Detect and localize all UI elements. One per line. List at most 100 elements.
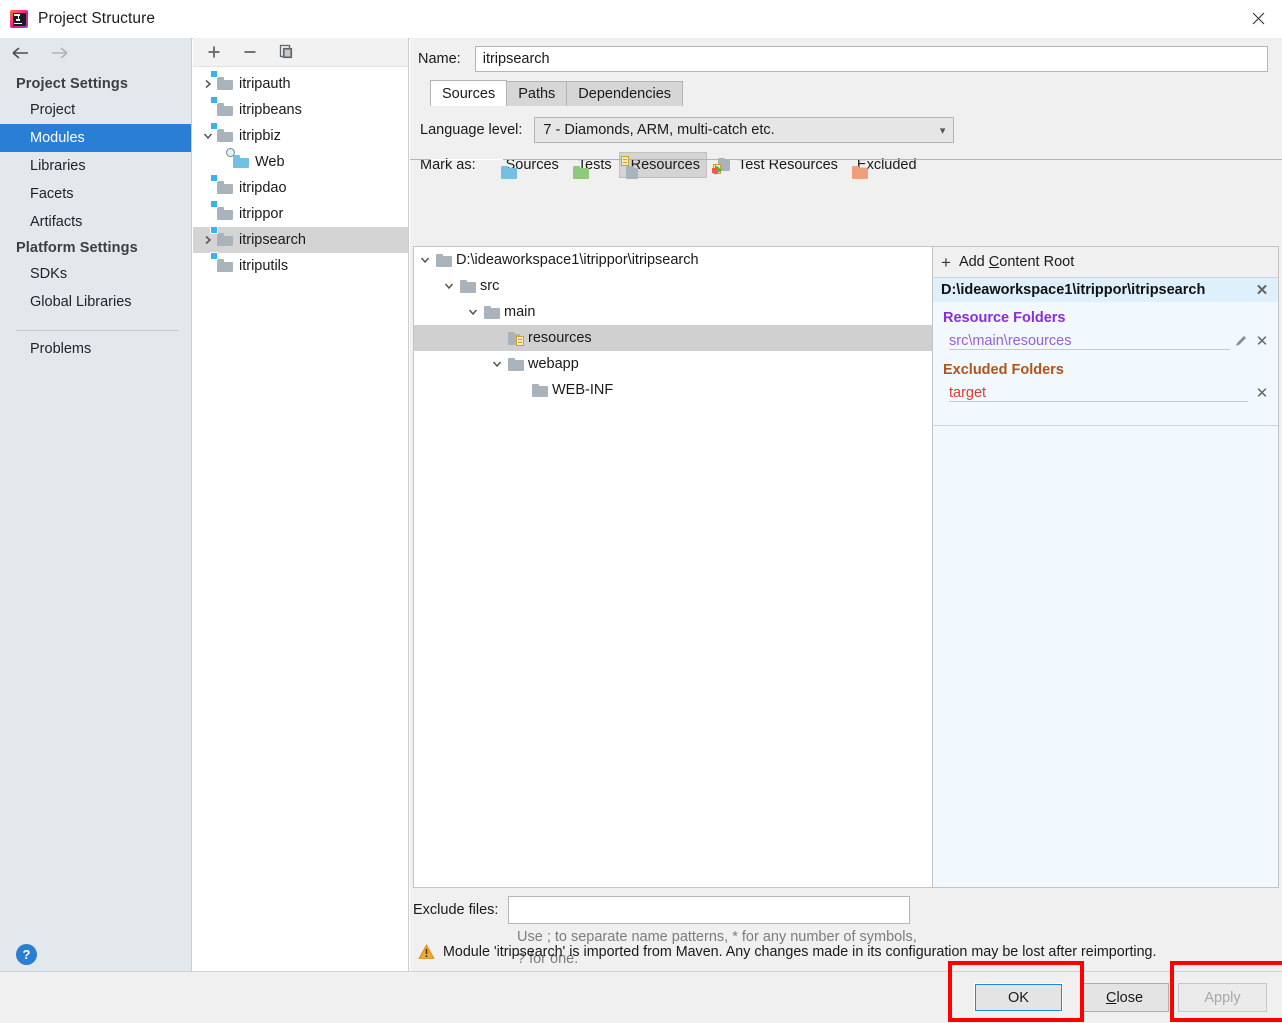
excluded-folders-title: Excluded Folders: [943, 362, 1064, 378]
twisty-placeholder: [199, 179, 217, 197]
mark-as-sources-button[interactable]: Sources: [494, 152, 566, 179]
tree-row[interactable]: webapp: [414, 351, 932, 377]
module-row-itripdao[interactable]: itripdao: [193, 173, 408, 201]
add-content-root-label-prefix: Add: [958, 254, 989, 270]
tree-node-label: main: [504, 304, 536, 320]
folder-icon: [460, 279, 476, 293]
language-level-value: 7 - Diamonds, ARM, multi-catch etc.: [543, 122, 775, 138]
sidebar-item-modules[interactable]: Modules: [0, 124, 191, 152]
intellij-idea-logo-icon: [9, 9, 29, 29]
sidebar-item-artifacts[interactable]: Artifacts: [0, 208, 191, 236]
expand-chevron-icon[interactable]: [199, 75, 217, 93]
mark-as-test-resources-button[interactable]: Test Resources: [707, 152, 845, 178]
module-name-input[interactable]: [474, 46, 1268, 72]
pencil-icon[interactable]: [1234, 334, 1248, 348]
collapse-chevron-icon[interactable]: [486, 359, 508, 369]
tree-node-label: webapp: [528, 356, 579, 372]
resource-folder-row: src\main\resources ✕: [933, 328, 1278, 354]
tab-active-underline: [431, 159, 503, 160]
tab-paths[interactable]: Paths: [506, 81, 568, 106]
module-label: itripbiz: [239, 128, 281, 144]
help-button[interactable]: ?: [16, 944, 37, 965]
tree-row[interactable]: src: [414, 273, 932, 299]
expand-chevron-icon[interactable]: [199, 231, 217, 249]
modules-toolbar: [193, 38, 408, 67]
row-spacer: [990, 385, 1248, 402]
close-window-button[interactable]: [1234, 0, 1282, 37]
apply-button[interactable]: Apply: [1178, 983, 1267, 1012]
plus-icon[interactable]: [205, 43, 223, 61]
module-row-web[interactable]: Web: [193, 147, 408, 175]
language-level-row: Language level: 7 - Diamonds, ARM, multi…: [410, 110, 1282, 150]
tree-row[interactable]: resources: [414, 325, 932, 351]
exclude-files-row: Exclude files:: [413, 896, 911, 924]
language-level-select[interactable]: 7 - Diamonds, ARM, multi-catch etc. ▾: [534, 117, 955, 143]
ok-button[interactable]: OK: [974, 983, 1063, 1012]
module-row-itrippor[interactable]: itrippor: [193, 199, 408, 227]
sidebar-item-problems[interactable]: Problems: [0, 331, 191, 357]
sidebar-group-project-settings: Project Settings: [16, 76, 128, 92]
module-tabs: Sources Paths Dependencies: [430, 80, 1282, 106]
module-label: itripbeans: [239, 102, 302, 118]
module-folder-icon: [210, 173, 234, 196]
close-button[interactable]: Close: [1080, 983, 1169, 1012]
content-root-header: D:\ideaworkspace1\itrippor\itripsearch ✕: [933, 278, 1278, 302]
back-arrow-icon[interactable]: [10, 45, 32, 61]
module-label: itrippor: [239, 206, 284, 222]
remove-resource-folder-button[interactable]: ✕: [1254, 333, 1270, 350]
collapse-chevron-icon[interactable]: [414, 255, 436, 265]
plus-icon: +: [941, 252, 951, 272]
remove-content-root-button[interactable]: ✕: [1254, 282, 1270, 299]
content-root-path: D:\ideaworkspace1\itrippor\itripsearch: [941, 282, 1206, 298]
collapse-chevron-icon[interactable]: [199, 127, 217, 145]
mark-as-tests-button[interactable]: Tests: [566, 152, 619, 179]
twisty-placeholder: [199, 205, 217, 223]
module-label: itripsearch: [239, 232, 306, 248]
resource-folder-path[interactable]: src\main\resources: [949, 333, 1076, 350]
forward-arrow-icon[interactable]: [48, 45, 70, 61]
sidebar-item-sdks[interactable]: SDKs: [0, 260, 191, 288]
mark-as-excluded-button[interactable]: Excluded: [845, 152, 924, 179]
maven-warning-text: Module 'itripsearch' is imported from Ma…: [443, 944, 1157, 960]
add-content-root-button[interactable]: + Add Content Root: [933, 247, 1278, 278]
mark-as-toolbar: Mark as: Sources Tests Resources Test Re…: [410, 150, 1282, 180]
twisty-placeholder: [199, 257, 217, 275]
sidebar-item-libraries[interactable]: Libraries: [0, 152, 191, 180]
collapse-chevron-icon[interactable]: [462, 307, 484, 317]
module-row-itripbeans[interactable]: itripbeans: [193, 95, 408, 123]
module-editor-panel: Name: Sources Paths Dependencies Languag…: [410, 38, 1282, 971]
remove-excluded-folder-button[interactable]: ✕: [1254, 385, 1270, 402]
navigation-arrows: [0, 38, 191, 68]
module-folder-icon: [210, 95, 234, 118]
module-folder-icon: [210, 121, 234, 144]
twisty-placeholder: [199, 101, 217, 119]
sidebar-item-global-libraries[interactable]: Global Libraries: [0, 288, 191, 316]
mark-as-resources-button[interactable]: Resources: [618, 152, 707, 179]
module-row-itripsearch[interactable]: itripsearch: [193, 225, 408, 253]
module-row-itriputils[interactable]: itriputils: [193, 251, 408, 279]
content-root-tree[interactable]: D:\ideaworkspace1\itrippor\itripsearch s…: [413, 246, 933, 888]
tab-dependencies[interactable]: Dependencies: [566, 81, 684, 106]
settings-sidebar: Project Settings Project Modules Librari…: [0, 38, 192, 971]
module-name-label: Name:: [418, 51, 461, 67]
module-row-itripbiz[interactable]: itripbiz: [193, 121, 408, 149]
excluded-folder-path[interactable]: target: [949, 385, 991, 402]
tab-sources[interactable]: Sources: [430, 80, 508, 106]
minus-icon[interactable]: [241, 43, 259, 61]
exclude-files-input[interactable]: [508, 896, 911, 924]
sidebar-item-facets[interactable]: Facets: [0, 180, 191, 208]
warning-triangle-icon: [418, 944, 435, 959]
module-folder-icon: [210, 69, 234, 92]
collapse-chevron-icon[interactable]: [438, 281, 460, 291]
tree-node-label: D:\ideaworkspace1\itrippor\itripsearch: [456, 252, 699, 268]
tree-row[interactable]: WEB-INF: [414, 377, 932, 403]
sidebar-group-platform-settings: Platform Settings: [16, 240, 138, 256]
tree-row[interactable]: main: [414, 299, 932, 325]
copy-icon[interactable]: [277, 43, 295, 61]
close-button-label: lose: [1116, 989, 1144, 1006]
module-label: itripauth: [239, 76, 291, 92]
module-row-itripauth[interactable]: itripauth: [193, 69, 408, 97]
tree-row[interactable]: D:\ideaworkspace1\itrippor\itripsearch: [414, 247, 932, 273]
sidebar-item-project[interactable]: Project: [0, 96, 191, 124]
test-resources-folder-icon: [711, 157, 733, 175]
